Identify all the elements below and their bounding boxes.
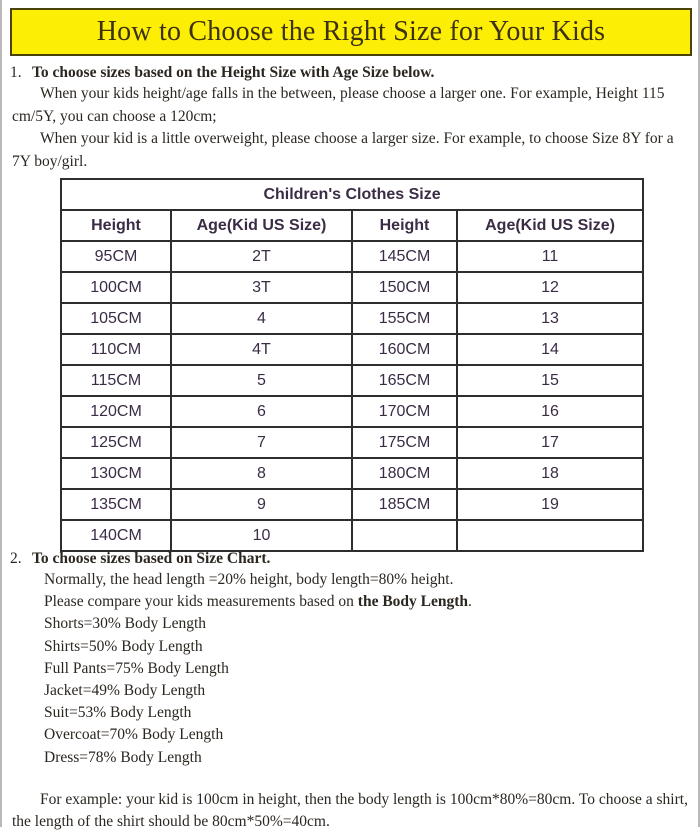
measurement-shorts: Shorts=30% Body Length <box>44 615 207 633</box>
table-row: 135CM 9 185CM 19 <box>60 488 645 521</box>
cell-age-left: 7 <box>170 426 353 459</box>
size-chart-table: Children's Clothes Size Height Age(Kid U… <box>59 178 645 552</box>
cell-age-right: 13 <box>455 302 645 335</box>
cell-age-right: 18 <box>455 457 645 490</box>
table-row: 110CM 4T 160CM 14 <box>60 333 645 366</box>
section2-number: 2. <box>10 550 22 567</box>
cell-height-right: 150CM <box>351 271 458 304</box>
measurement-overcoat: Overcoat=70% Body Length <box>44 726 224 744</box>
section1-paragraph-2: When your kid is a little overweight, pl… <box>12 130 674 170</box>
example-paragraph: For example: your kid is 100cm in height… <box>12 790 688 831</box>
table-row: 95CM 2T 145CM 11 <box>60 240 645 273</box>
cell-height-left: 140CM <box>60 519 172 552</box>
column-header-age-right: Age(Kid US Size) <box>455 209 645 242</box>
cell-age-left: 6 <box>170 395 353 428</box>
cell-height-left: 115CM <box>60 364 172 397</box>
cell-age-right: 12 <box>455 271 645 304</box>
cell-age-right: 19 <box>455 488 645 521</box>
cell-height-left: 95CM <box>60 240 172 273</box>
cell-height-right: 160CM <box>351 333 458 366</box>
table-row: 130CM 8 180CM 18 <box>60 457 645 490</box>
table-row: 125CM 7 175CM 17 <box>60 426 645 459</box>
cell-height-right: 145CM <box>351 240 458 273</box>
cell-height-right: 165CM <box>351 364 458 397</box>
section1-heading: 1. To choose sizes based on the Height Si… <box>10 62 692 83</box>
column-header-height-right: Height <box>351 209 458 242</box>
cell-height-left: 125CM <box>60 426 172 459</box>
column-header-height-left: Height <box>60 209 172 242</box>
measurement-full-pants: Full Pants=75% Body Length <box>44 659 229 677</box>
cell-age-left: 10 <box>170 519 353 552</box>
measurement-suit: Suit=53% Body Length <box>44 704 192 722</box>
cell-age-right: 17 <box>455 426 645 459</box>
table-row: 105CM 4 155CM 13 <box>60 302 645 335</box>
table-row: 140CM 10 <box>60 519 645 552</box>
section1-paragraph-1: When your kids height/age falls in the b… <box>12 85 665 125</box>
cell-age-left: 2T <box>170 240 353 273</box>
cell-age-left: 3T <box>170 271 353 304</box>
measurement-jacket: Jacket=49% Body Length <box>44 682 206 700</box>
cell-age-right <box>455 519 645 552</box>
section1-number: 1. <box>10 64 22 81</box>
cell-height-left: 135CM <box>60 488 172 521</box>
size-chart-table-wrapper: Children's Clothes Size Height Age(Kid U… <box>59 178 645 552</box>
cell-age-left: 4T <box>170 333 353 366</box>
compare-instruction: Please compare your kids measurements ba… <box>10 591 692 613</box>
measurement-dress: Dress=78% Body Length <box>44 748 202 766</box>
section2-heading-text: To choose sizes based on Size Chart. <box>32 550 271 567</box>
cell-age-right: 16 <box>455 395 645 428</box>
section2-spacer <box>10 769 692 789</box>
cell-height-left: 110CM <box>60 333 172 366</box>
table-title-row: Children's Clothes Size <box>59 178 645 211</box>
cell-height-right: 180CM <box>351 457 458 490</box>
section2-heading: 2. To choose sizes based on Size Chart. <box>10 548 692 569</box>
cell-height-left: 105CM <box>60 302 172 335</box>
cell-age-left: 4 <box>170 302 353 335</box>
measurement-shirts: Shirts=50% Body Length <box>44 637 203 655</box>
cell-height-right: 170CM <box>351 395 458 428</box>
cell-height-left: 100CM <box>60 271 172 304</box>
cell-age-right: 11 <box>455 240 645 273</box>
cell-age-left: 9 <box>170 488 353 521</box>
cell-height-left: 120CM <box>60 395 172 428</box>
section-height-size: 1. To choose sizes based on the Height Si… <box>10 62 692 173</box>
cell-height-left: 130CM <box>60 457 172 490</box>
cell-height-right: 185CM <box>351 488 458 521</box>
section1-heading-text: To choose sizes based on the Height Size… <box>32 64 435 81</box>
cell-age-left: 8 <box>170 457 353 490</box>
title-banner: How to Choose the Right Size for Your Ki… <box>10 8 692 56</box>
table-row: 120CM 6 170CM 16 <box>60 395 645 428</box>
cell-height-right: 175CM <box>351 426 458 459</box>
compare-instruction-lead: Please compare your kids measurements ba… <box>44 593 358 611</box>
section-size-chart: 2. To choose sizes based on Size Chart. N… <box>10 548 692 834</box>
body-length-emphasis: the Body Length <box>357 593 469 611</box>
column-header-age-left: Age(Kid US Size) <box>170 209 353 242</box>
cell-age-right: 15 <box>455 364 645 397</box>
cell-age-left: 5 <box>170 364 353 397</box>
table-header-row: Height Age(Kid US Size) Height Age(Kid U… <box>60 209 645 242</box>
cell-age-right: 14 <box>455 333 645 366</box>
page-title: How to Choose the Right Size for Your Ki… <box>96 16 606 47</box>
body-length-rule: Normally, the head length =20% height, b… <box>44 571 454 588</box>
compare-instruction-tail: . <box>468 593 472 611</box>
cell-height-right <box>351 519 458 552</box>
table-row: 100CM 3T 150CM 12 <box>60 271 645 304</box>
size-guide-page: How to Choose the Right Size for Your Ki… <box>0 0 700 830</box>
cell-height-right: 155CM <box>351 302 458 335</box>
table-title: Children's Clothes Size <box>59 178 645 211</box>
table-row: 115CM 5 165CM 15 <box>60 364 645 397</box>
